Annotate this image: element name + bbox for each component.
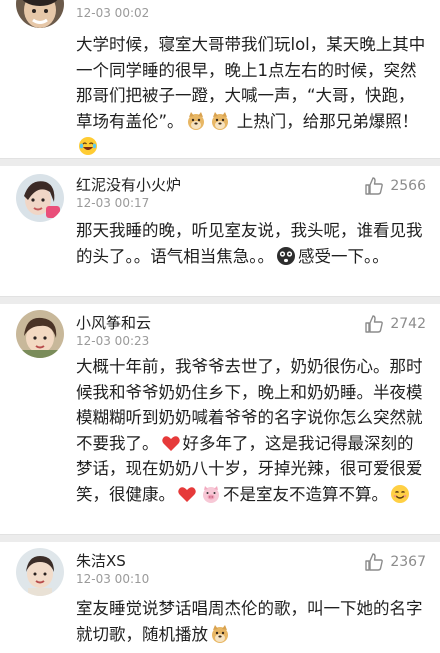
comment-text-segment: 感受一下。。: [298, 246, 389, 266]
divider: [0, 158, 440, 166]
thumbs-up-icon: [364, 176, 384, 196]
comment-text-segment: 不是室友不造算不算。: [223, 484, 388, 504]
laugh-cry-emoji: [78, 136, 98, 156]
comment-text-segment: 室友睡觉说梦话唱周杰伦的歌，叫一下她的名字就切歌，随机播放: [76, 599, 423, 644]
comment-time: 12-03 00:02: [76, 6, 150, 20]
avatar[interactable]: [16, 174, 64, 222]
comment-feed: 12-03 00:02 大学时候，寝室大哥带我们玩lol，某天晚上其中一个同学睡…: [0, 0, 440, 653]
thumbs-up-icon: [364, 314, 384, 334]
pig-emoji: [201, 484, 221, 504]
comment-text: 大学时候，寝室大哥带我们玩lol，某天晚上其中一个同学睡的很早，晚上1点左右的时…: [76, 32, 428, 160]
avatar[interactable]: [16, 0, 64, 28]
heart-emoji: [161, 433, 181, 453]
divider: [0, 534, 440, 542]
smile-emoji: [390, 484, 410, 504]
like-button[interactable]: 2742: [364, 314, 426, 334]
comment-time: 12-03 00:23: [76, 334, 150, 348]
comment-item: 小风筝和云 12-03 00:23 2742 大概十年前，我爷爷去世了，奶奶很伤…: [0, 304, 440, 534]
doge-emoji: [210, 624, 230, 644]
like-count: 2742: [390, 316, 426, 332]
comment-time: 12-03 00:10: [76, 572, 150, 586]
shocked-emoji: [276, 246, 296, 266]
heart-emoji: [177, 484, 197, 504]
comment-text: 那天我睡的晚，听见室友说，我头呢，谁看见我的头了。。语气相当焦急。。 感受一下。。: [76, 218, 428, 269]
username[interactable]: 红泥没有小火炉: [76, 174, 181, 195]
comment-text-segment: 上热门，给那兄弟爆照！: [231, 111, 419, 131]
comment-item: 12-03 00:02 大学时候，寝室大哥带我们玩lol，某天晚上其中一个同学睡…: [0, 0, 440, 158]
comment-time: 12-03 00:17: [76, 196, 150, 210]
comment-text: 大概十年前，我爷爷去世了，奶奶很伤心。那时候我和爷爷奶奶住乡下，晚上和奶奶睡。半…: [76, 354, 428, 507]
thumbs-up-icon: [364, 552, 384, 572]
doge-emoji: [186, 111, 206, 131]
username[interactable]: 朱洁XS: [76, 550, 126, 571]
avatar[interactable]: [16, 548, 64, 596]
doge-emoji: [210, 111, 230, 131]
divider: [0, 296, 440, 304]
comment-text: 室友睡觉说梦话唱周杰伦的歌，叫一下她的名字就切歌，随机播放: [76, 596, 428, 647]
avatar[interactable]: [16, 310, 64, 358]
comment-item: 朱洁XS 12-03 00:10 2367 室友睡觉说梦话唱周杰伦的歌，叫一下她…: [0, 542, 440, 653]
username[interactable]: 小风筝和云: [76, 312, 151, 333]
comment-item: 红泥没有小火炉 12-03 00:17 2566 那天我睡的晚，听见室友说，我头…: [0, 166, 440, 296]
like-count: 2566: [390, 178, 426, 194]
like-button[interactable]: 2566: [364, 176, 426, 196]
like-count: 2367: [390, 554, 426, 570]
like-button[interactable]: 2367: [364, 552, 426, 572]
